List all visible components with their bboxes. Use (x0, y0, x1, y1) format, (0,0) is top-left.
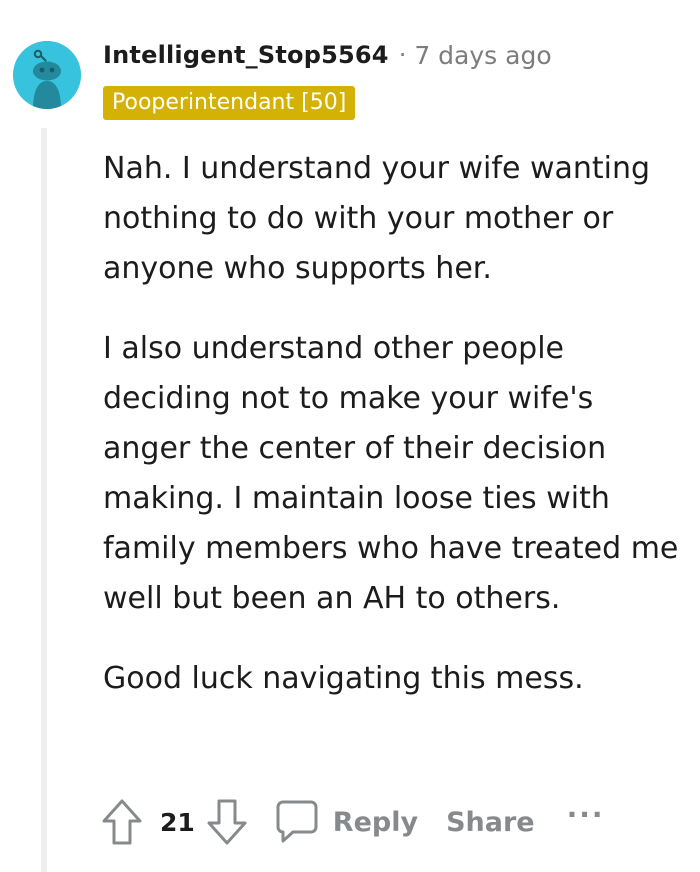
upvote-button[interactable] (100, 796, 144, 848)
downvote-button[interactable] (205, 796, 249, 848)
downvote-arrow-icon (207, 799, 247, 845)
vote-score: 21 (160, 807, 195, 837)
speech-bubble-icon (276, 800, 318, 843)
comment-paragraph: I also understand other people deciding … (103, 331, 679, 616)
user-avatar[interactable] (13, 41, 81, 109)
reply-label: Reply (332, 806, 419, 838)
comment-paragraph: Nah. I understand your wife wanting noth… (103, 151, 651, 286)
more-options-button[interactable]: ··· (567, 798, 605, 831)
share-button[interactable]: Share (446, 807, 535, 838)
comment-body: Nah. I understand your wife wanting noth… (103, 144, 683, 734)
comment-paragraph: Good luck navigating this mess. (103, 661, 584, 696)
thread-line[interactable] (41, 128, 47, 872)
user-flair: Pooperintendant [50] (103, 86, 356, 120)
comment-timestamp[interactable]: 7 days ago (414, 41, 551, 70)
comment-header: Intelligent_Stop5564 · 7 days ago (103, 36, 552, 74)
snoo-avatar-icon (13, 41, 81, 109)
upvote-arrow-icon (102, 799, 142, 845)
reply-button[interactable]: Reply (275, 799, 418, 845)
comment: Intelligent_Stop5564 · 7 days ago Pooper… (0, 0, 700, 872)
comment-actions: 21 Reply Share ··· (100, 796, 605, 848)
username-link[interactable]: Intelligent_Stop5564 (103, 41, 389, 69)
meta-separator: · (398, 41, 407, 69)
